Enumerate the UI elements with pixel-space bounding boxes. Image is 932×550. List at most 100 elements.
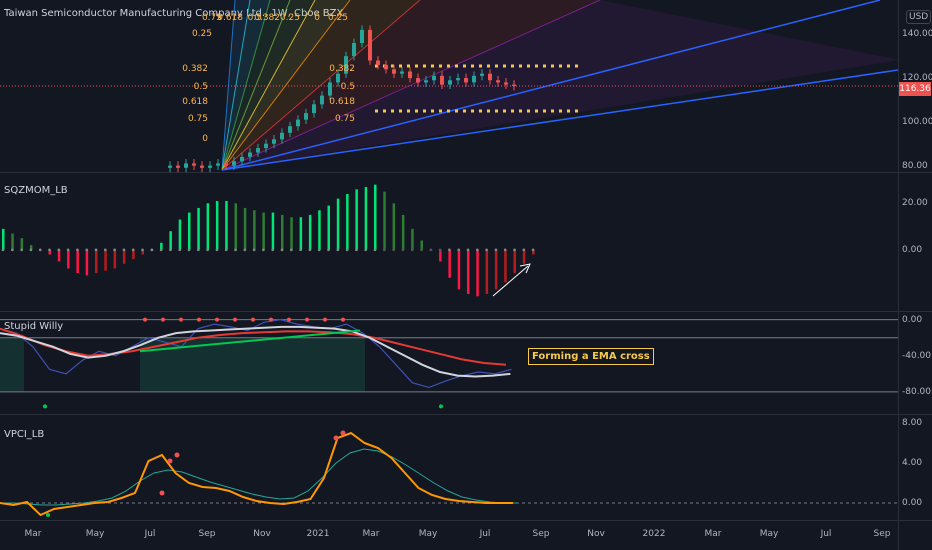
squeeze-dot bbox=[131, 248, 135, 252]
squeeze-dot bbox=[299, 248, 302, 252]
squeeze-dot bbox=[476, 248, 479, 252]
momentum-bar bbox=[11, 233, 14, 250]
candle bbox=[408, 71, 412, 79]
squeeze-dot bbox=[197, 248, 200, 252]
momentum-bar bbox=[401, 214, 405, 250]
candle bbox=[464, 78, 468, 83]
price-tick: 80.00 bbox=[902, 160, 928, 171]
squeeze-dot bbox=[503, 248, 507, 252]
price-tick: 100.00 bbox=[902, 116, 932, 127]
time-axis-label: May bbox=[418, 529, 438, 539]
squeeze-dot bbox=[345, 248, 349, 252]
chart-canvas[interactable]: 0.750.618 0.50.382 0.25 00.250.3820.50.6180… bbox=[0, 0, 898, 530]
candle bbox=[232, 161, 236, 166]
squeeze-dot bbox=[383, 248, 386, 252]
squeeze-dot bbox=[76, 248, 79, 252]
time-axis-label: May bbox=[85, 529, 105, 539]
momentum-tick: 20.00 bbox=[902, 198, 928, 209]
time-axis-label: Jul bbox=[820, 529, 832, 539]
candle bbox=[400, 71, 404, 74]
squeeze-dot bbox=[262, 248, 265, 252]
candle bbox=[472, 75, 476, 83]
time-axis-label: Sep bbox=[198, 529, 216, 539]
squeeze-dot bbox=[38, 248, 42, 252]
squeeze-dot bbox=[85, 248, 88, 252]
momentum-bar bbox=[104, 249, 107, 271]
candle bbox=[272, 139, 276, 144]
momentum-bar bbox=[290, 217, 293, 250]
momentum-bar bbox=[271, 212, 275, 250]
momentum-bar bbox=[20, 238, 24, 250]
vpci-dot bbox=[174, 452, 180, 458]
squeeze-dot bbox=[280, 248, 284, 252]
momentum-tick: 0.00 bbox=[902, 244, 923, 255]
fib-label: 0.25 bbox=[328, 13, 348, 23]
candle bbox=[336, 73, 340, 83]
price-tick: 120.00 bbox=[902, 73, 932, 84]
candle bbox=[304, 113, 308, 120]
squeeze-dot bbox=[113, 248, 116, 252]
time-axis-label: Nov bbox=[587, 529, 605, 539]
fib-label: 0.618 bbox=[329, 97, 355, 107]
squeeze-dot bbox=[420, 248, 423, 252]
squeeze-dot bbox=[48, 248, 51, 252]
candle bbox=[416, 78, 420, 83]
momentum-bar bbox=[504, 249, 507, 283]
momentum-bar bbox=[225, 200, 228, 250]
candle bbox=[440, 75, 444, 85]
willy-zone bbox=[0, 337, 24, 392]
vpci-dot bbox=[333, 435, 339, 441]
momentum-bar bbox=[346, 193, 349, 250]
squeeze-dot bbox=[243, 248, 247, 252]
candle bbox=[176, 165, 180, 168]
momentum-bar bbox=[76, 249, 79, 274]
time-axis-label: 2022 bbox=[642, 529, 666, 539]
candle bbox=[192, 163, 196, 166]
momentum-bar bbox=[215, 200, 219, 250]
momentum-bar bbox=[420, 240, 423, 250]
squeeze-dot bbox=[513, 248, 516, 252]
momentum-bar bbox=[457, 249, 461, 290]
candle bbox=[320, 95, 324, 105]
signal-dot bbox=[305, 317, 309, 322]
fib-label: 0.382 bbox=[182, 64, 208, 74]
candle bbox=[296, 119, 300, 127]
momentum-bar bbox=[113, 249, 117, 269]
candle bbox=[200, 165, 204, 168]
squeeze-dot bbox=[531, 248, 535, 252]
squeeze-dot bbox=[234, 248, 237, 252]
squeeze-dot bbox=[57, 248, 61, 252]
squeeze-dot bbox=[364, 248, 368, 252]
momentum-bar bbox=[122, 249, 126, 264]
candle bbox=[512, 84, 516, 87]
candle bbox=[376, 60, 380, 65]
candle bbox=[488, 73, 492, 81]
signal-dot bbox=[161, 317, 165, 322]
momentum-bar bbox=[448, 249, 451, 278]
momentum-bar bbox=[67, 249, 70, 269]
signal-dot bbox=[179, 317, 183, 322]
squeeze-dot bbox=[485, 248, 488, 252]
fib-label: 0.5 bbox=[341, 82, 355, 92]
squeeze-dot bbox=[317, 248, 321, 252]
momentum-bar bbox=[188, 212, 191, 250]
squeeze-dot bbox=[494, 248, 498, 252]
time-axis-label: Jul bbox=[479, 529, 491, 539]
momentum-bar bbox=[467, 249, 470, 295]
candle bbox=[240, 156, 244, 162]
vpci-tick: 4.00 bbox=[902, 458, 923, 468]
squeeze-dot bbox=[392, 248, 395, 252]
fib-label: 0 bbox=[314, 13, 320, 23]
willy-tick: -40.00 bbox=[902, 350, 932, 361]
squeeze-dot bbox=[11, 248, 14, 252]
momentum-bar bbox=[197, 207, 200, 250]
squeeze-dot bbox=[429, 248, 433, 252]
signal-dot bbox=[341, 317, 345, 322]
vpci-dot bbox=[46, 513, 50, 517]
momentum-bar bbox=[383, 191, 386, 250]
momentum-bar bbox=[57, 249, 61, 262]
candle bbox=[168, 165, 172, 168]
squeeze-dot bbox=[355, 248, 358, 252]
momentum-bar bbox=[355, 189, 358, 250]
squeeze-dot bbox=[410, 248, 414, 252]
